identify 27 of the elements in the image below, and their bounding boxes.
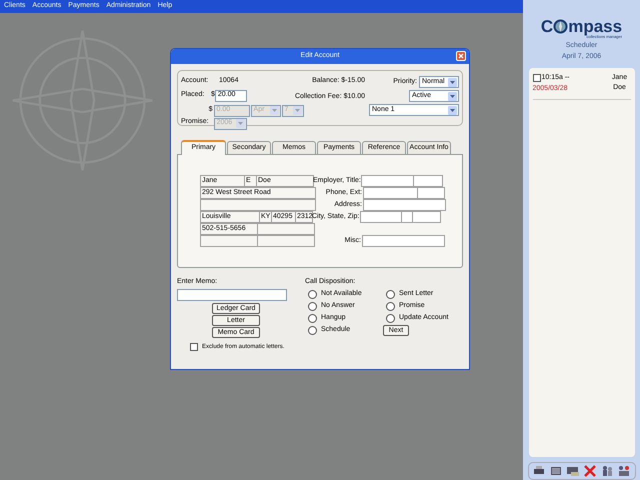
- dropdown-arrow-icon: [448, 78, 457, 86]
- radio-button[interactable]: [386, 302, 395, 310]
- radio-button[interactable]: [386, 314, 395, 322]
- empty-field[interactable]: [362, 235, 445, 247]
- radio-button[interactable]: [386, 290, 395, 298]
- card-icon[interactable]: [566, 464, 580, 478]
- logo-text: mpass: [568, 18, 622, 35]
- radio-button[interactable]: [308, 326, 317, 334]
- dropdown-arrow-icon: [448, 92, 457, 100]
- dropdown-arrow-icon: [292, 106, 302, 115]
- radio-button[interactable]: [308, 290, 317, 298]
- empty-field[interactable]: [363, 199, 446, 211]
- radio-button[interactable]: [308, 302, 317, 310]
- dropdown-arrow-icon: [448, 106, 457, 114]
- checkbox[interactable]: [532, 74, 540, 82]
- empty-field[interactable]: [200, 199, 316, 211]
- dropdown-arrow-icon: [236, 119, 245, 128]
- logo-text: C: [540, 18, 554, 35]
- checkbox[interactable]: [190, 343, 198, 351]
- memo-field[interactable]: [177, 288, 287, 300]
- people-icon[interactable]: [600, 464, 614, 478]
- compass-icon: [553, 19, 568, 34]
- cross-icon[interactable]: [583, 464, 597, 478]
- close-button[interactable]: [456, 51, 466, 61]
- radio-button[interactable]: [308, 314, 317, 322]
- dropdown-arrow-icon: [270, 106, 279, 115]
- group-icon[interactable]: [617, 464, 631, 478]
